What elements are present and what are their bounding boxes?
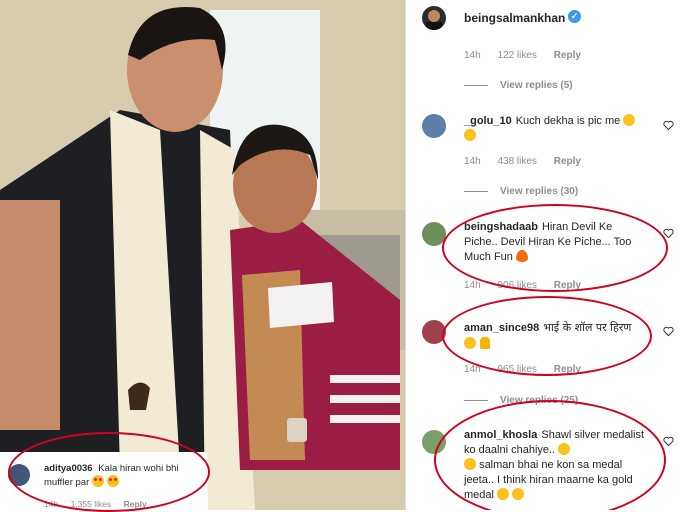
verified-badge-icon: ✓ — [568, 10, 581, 23]
annotation-ellipse — [442, 204, 668, 292]
annotation-ellipse — [434, 400, 666, 510]
comment-time: 14h — [464, 280, 481, 291]
comment-text: _golu_10 Kuch dekha is pic me — [464, 114, 654, 144]
replies-line — [464, 190, 488, 192]
view-replies-button[interactable]: View replies (5) — [464, 80, 573, 91]
comment-body: Kuch dekha is pic me — [515, 115, 621, 127]
laughing-emoji-icon — [623, 114, 636, 126]
post-header: beingsalmankhan ✓ — [406, 0, 680, 36]
annotation-ellipse — [8, 432, 210, 512]
comment-meta: 14h 122 likes Reply — [464, 50, 595, 61]
replies-line — [464, 84, 488, 86]
author-username[interactable]: beingsalmankhan — [464, 11, 565, 25]
view-replies-label: View replies (5) — [500, 80, 573, 91]
comment-time: 14h — [464, 50, 481, 61]
avatar[interactable] — [422, 6, 446, 30]
view-replies-button[interactable]: View replies (30) — [464, 186, 578, 197]
comment-username[interactable]: _golu_10 — [464, 115, 512, 127]
comment-time: 14h — [464, 156, 481, 167]
comments-panel: beingsalmankhan ✓ 14h 122 likes Reply Vi… — [406, 0, 680, 510]
avatar[interactable] — [422, 114, 446, 138]
laughing-emoji-icon — [464, 129, 476, 141]
reply-button[interactable]: Reply — [554, 50, 581, 61]
view-replies-label: View replies (30) — [500, 186, 579, 197]
annotation-ellipse — [442, 296, 652, 376]
heart-icon[interactable] — [663, 436, 674, 447]
replies-line — [464, 399, 488, 401]
comment-meta: 14h 438 likes Reply — [464, 156, 595, 167]
heart-icon[interactable] — [663, 326, 674, 337]
comment-likes[interactable]: 122 likes — [497, 50, 536, 61]
post-photo — [0, 0, 405, 510]
reply-button[interactable]: Reply — [554, 156, 581, 167]
heart-icon[interactable] — [663, 120, 674, 131]
comment-likes[interactable]: 438 likes — [497, 156, 536, 167]
